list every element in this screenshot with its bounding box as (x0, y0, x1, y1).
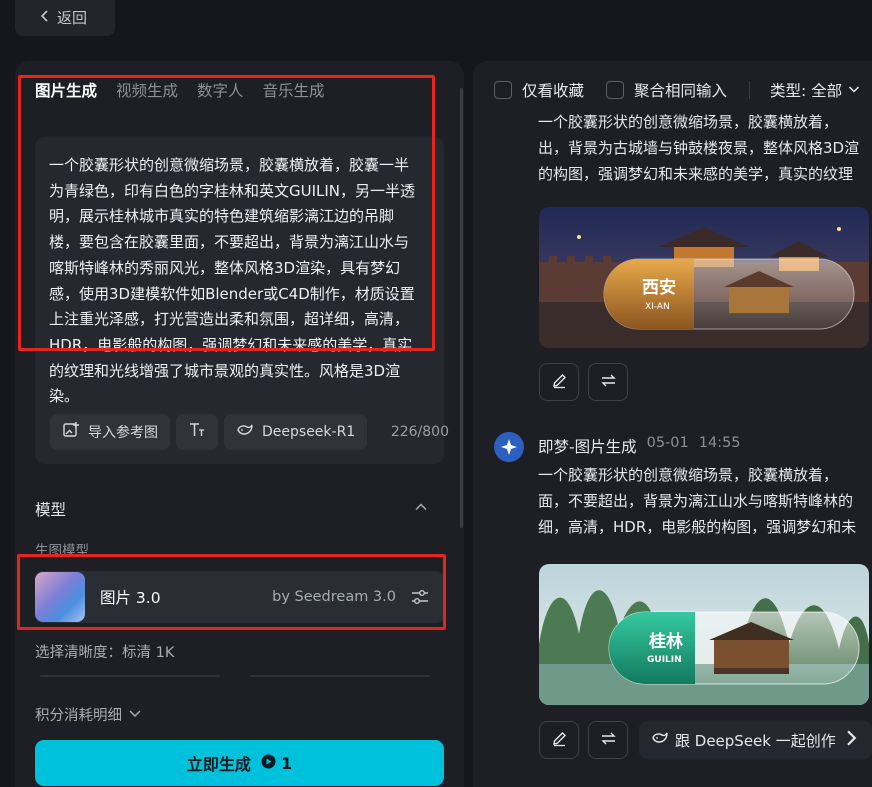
merge-label: 聚合相同输入 (634, 82, 728, 100)
back-label: 返回 (57, 8, 88, 27)
message-prompt-text: 一个胶囊形状的创意微缩场景，胶囊横放着， 面，不要超出，背景为漓江山水与喀斯特峰… (538, 466, 857, 536)
clarity-selector[interactable]: 选择清晰度：标清 1K (35, 641, 174, 662)
filter-divider (749, 81, 751, 99)
history-panel: 仅看收藏 聚合相同输入 类型: 全部 一个胶囊形状的创意微缩场景，胶囊横放着， … (473, 61, 872, 787)
prompt-input[interactable]: 一个胶囊形状的创意微缩场景，胶囊横放着，胶囊一半为青绿色，印有白色的字桂林和英文… (49, 153, 419, 410)
model-selector[interactable]: 图片 3.0 by Seedream 3.0 (35, 571, 444, 623)
deepseek-label: Deepseek-R1 (262, 424, 356, 440)
prompt-card: 一个胶囊形状的创意微缩场景，胶囊横放着，胶囊一半为青绿色，印有白色的字桂林和英文… (35, 137, 444, 464)
type-label: 类型: 全部 (770, 82, 843, 100)
generate-count: 1 (280, 753, 293, 773)
generate-button[interactable]: 立即生成 1 (35, 740, 444, 786)
deepseek-create-label: 跟 DeepSeek 一起创作 (675, 731, 836, 750)
prompt-char-counter: 226/800 (390, 424, 449, 440)
chevron-down-icon (848, 81, 860, 99)
message-time: 14:55 (698, 435, 741, 451)
import-image-icon (62, 421, 80, 443)
coin-icon (261, 754, 276, 773)
deepseek-whale-icon (651, 729, 669, 751)
model-thumbnail (35, 572, 85, 622)
model-section-title: 模型 (35, 501, 67, 519)
edit-button[interactable] (539, 363, 579, 401)
sender-name: 即梦-图片生成 (538, 438, 637, 456)
edit-button[interactable] (539, 721, 579, 759)
tab-image-generation[interactable]: 图片生成 (35, 79, 97, 101)
edit-icon (551, 730, 568, 751)
clarity-options (40, 675, 430, 678)
text-format-icon (188, 421, 206, 443)
message-date: 05-01 (646, 435, 689, 451)
merge-same-filter[interactable]: 聚合相同输入 (606, 79, 727, 101)
import-reference-button[interactable]: 导入参考图 (50, 414, 170, 450)
chevron-up-icon[interactable] (414, 499, 428, 513)
guilin-label-cn: 桂林 (648, 631, 683, 652)
cost-details-toggle[interactable]: 积分消耗明细 (35, 704, 142, 725)
guilin-label-en: GUILIN (647, 655, 682, 665)
generate-cost: 1 (261, 754, 292, 773)
generation-tabs: 图片生成 视频生成 数字人 音乐生成 (35, 79, 325, 101)
generate-label: 立即生成 (186, 755, 251, 774)
chevron-right-icon (842, 729, 860, 751)
generated-image-guilin[interactable]: 桂林 GUILIN (539, 564, 869, 705)
model-sub-label: 生图模型 (35, 543, 89, 559)
model-provider: by Seedream 3.0 (272, 589, 396, 605)
regenerate-button[interactable] (588, 721, 628, 759)
create-with-deepseek-button[interactable]: 跟 DeepSeek 一起创作 (639, 721, 872, 759)
tab-digital-human[interactable]: 数字人 (197, 79, 244, 101)
settings-sliders-icon[interactable] (410, 587, 430, 607)
generated-image-xian[interactable]: 西安 XI-AN (539, 207, 869, 348)
xian-label-en: XI-AN (645, 302, 670, 312)
model-name: 图片 3.0 (100, 589, 161, 607)
favorites-label: 仅看收藏 (522, 82, 585, 100)
prompt-toolbar: 导入参考图 Deepseek-R1 (50, 414, 368, 450)
back-button[interactable]: 返回 (15, 0, 115, 36)
chevron-down-icon (128, 706, 142, 724)
deepseek-whale-icon (236, 421, 254, 443)
generation-panel: 图片生成 视频生成 数字人 音乐生成 一个胶囊形状的创意微缩场景，胶囊横放着，胶… (15, 61, 464, 787)
left-scrollbar[interactable] (460, 88, 463, 528)
xian-label-cn: 西安 (642, 277, 676, 298)
text-format-button[interactable] (176, 414, 218, 450)
regenerate-icon (600, 730, 617, 751)
type-dropdown[interactable]: 类型: 全部 (770, 79, 860, 101)
message-prompt-text: 一个胶囊形状的创意微缩场景，胶囊横放着， 出，背景为古城墙与钟鼓楼夜景，整体风格… (538, 113, 860, 183)
regenerate-icon (600, 372, 617, 393)
edit-icon (551, 372, 568, 393)
chevron-left-icon (39, 8, 51, 26)
import-reference-label: 导入参考图 (88, 425, 158, 441)
filter-bar: 仅看收藏 聚合相同输入 类型: 全部 (494, 79, 860, 101)
merge-checkbox[interactable] (606, 81, 625, 99)
deepseek-model-button[interactable]: Deepseek-R1 (224, 414, 368, 450)
jimeng-logo-icon (494, 432, 524, 462)
favorites-checkbox[interactable] (494, 81, 512, 99)
tab-music-generation[interactable]: 音乐生成 (263, 79, 325, 101)
tab-video-generation[interactable]: 视频生成 (116, 79, 178, 101)
regenerate-button[interactable] (588, 363, 628, 401)
message-header: 即梦-图片生成 05-01 14:55 (538, 435, 741, 457)
cost-label: 积分消耗明细 (35, 708, 122, 724)
favorites-only-filter[interactable]: 仅看收藏 (494, 79, 584, 101)
